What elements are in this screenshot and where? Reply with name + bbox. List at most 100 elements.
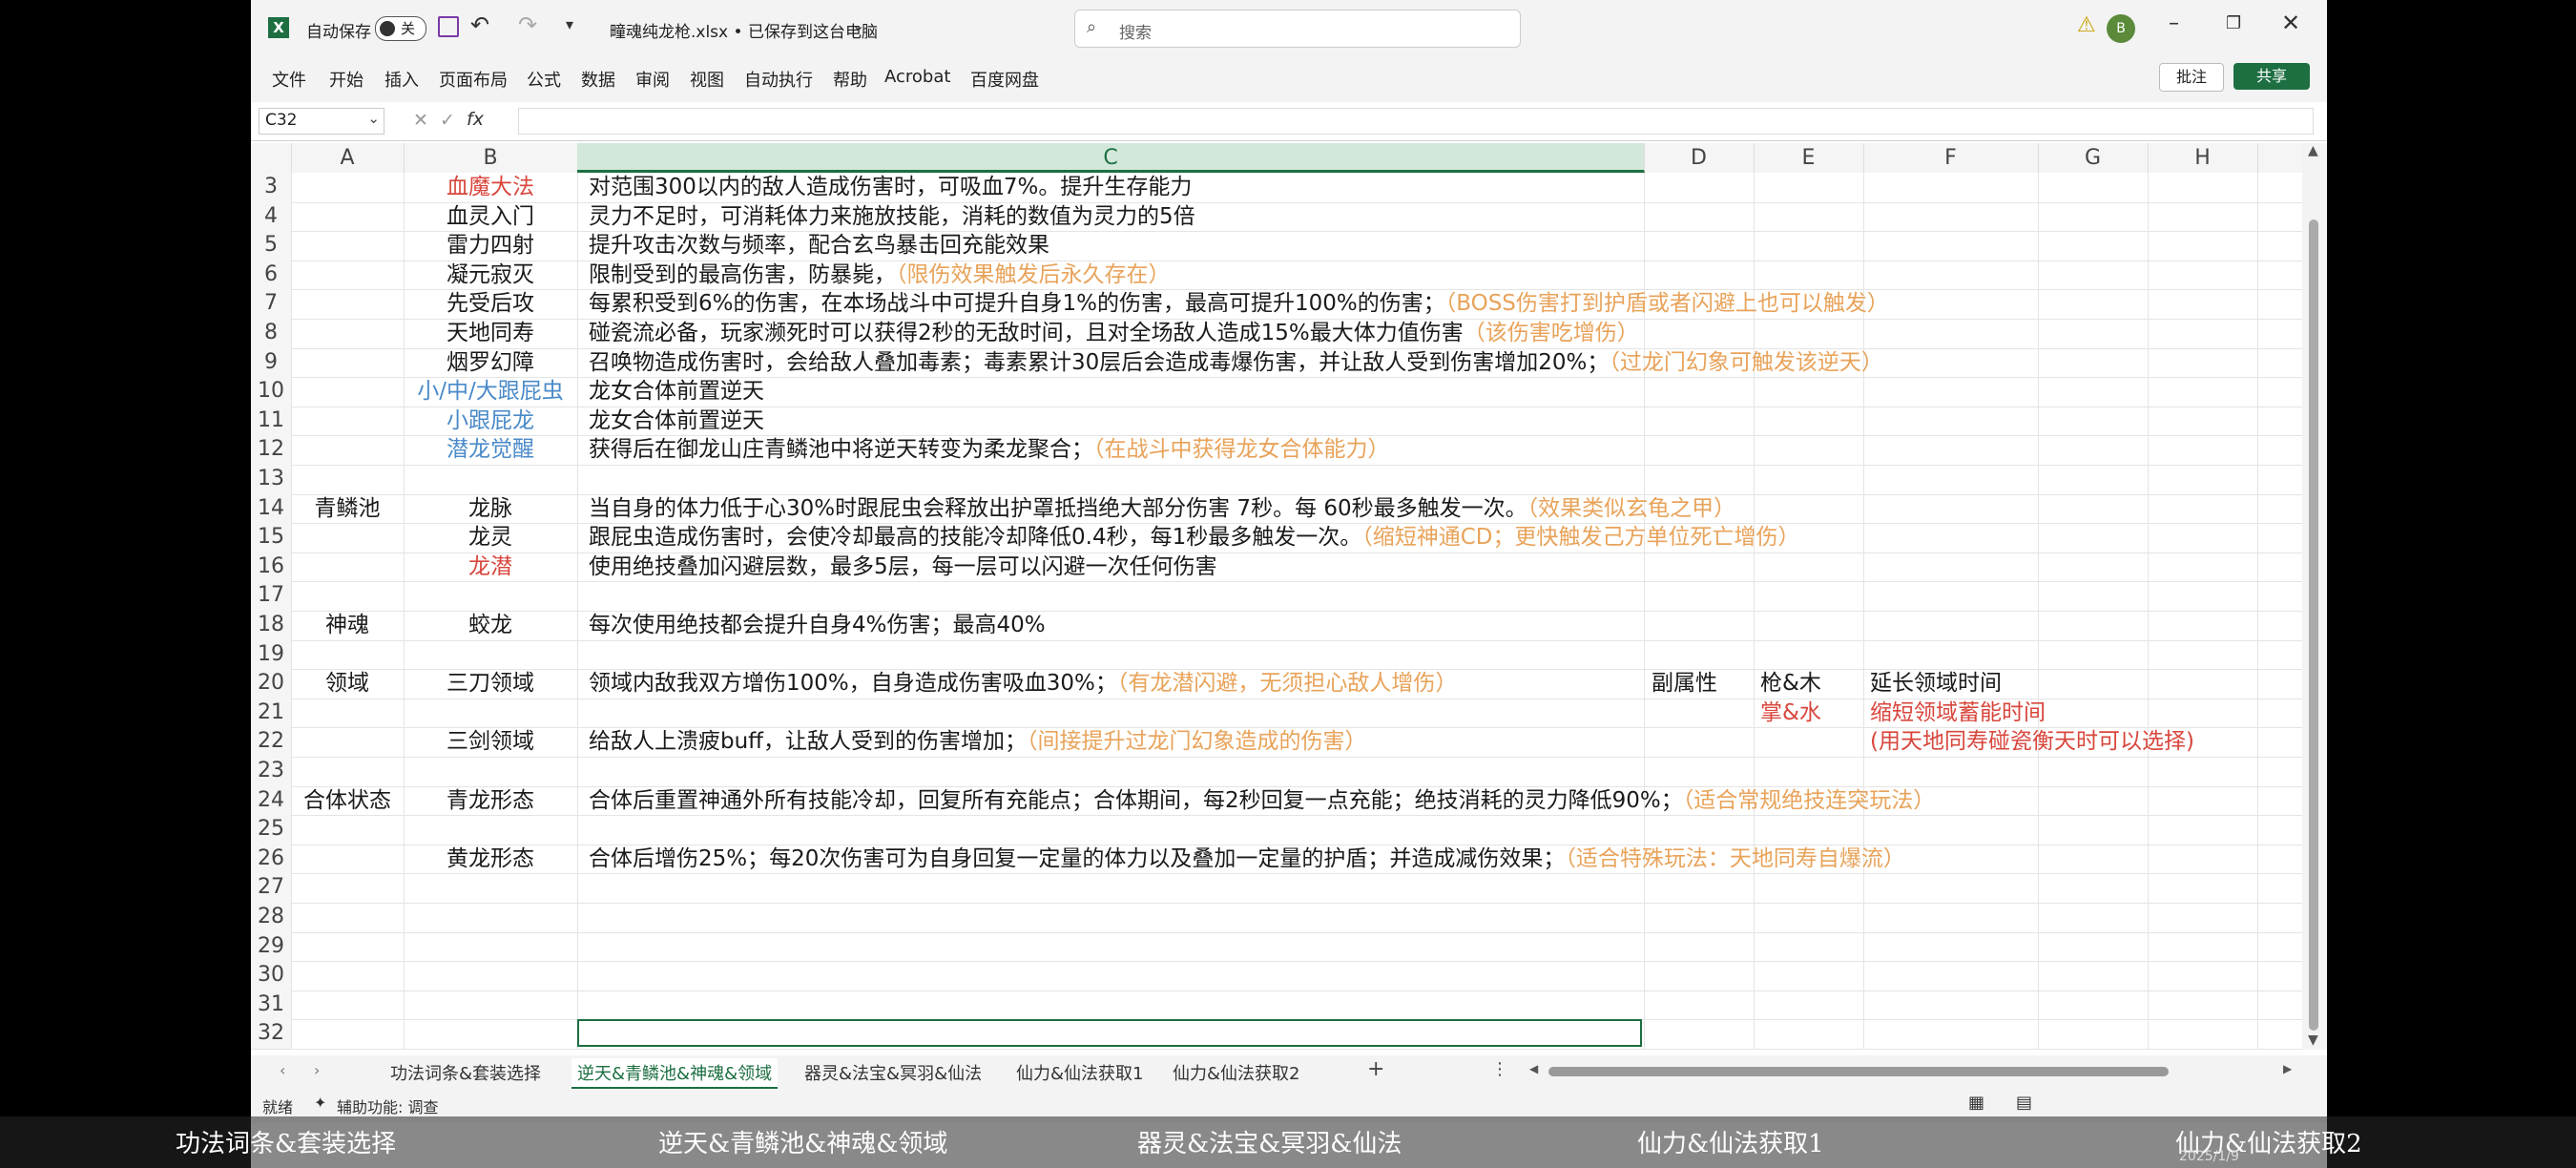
enter-icon[interactable]: ✓ [440,110,455,131]
cell-f-21[interactable]: 缩短领域蓄能时间 [1870,699,2046,727]
name-box[interactable]: C32 ⌄ [259,108,384,135]
menu-home[interactable]: 开始 [329,67,364,92]
menu-view[interactable]: 视图 [690,67,724,92]
cell-f-22[interactable]: (用天地同寿碰瓷衡天时可以选择) [1870,727,2194,756]
cell-c-8[interactable]: 碰瓷流必备，玩家濒死时可以获得2秒的无敌时间，且对全场敌人造成15%最大体力值伤… [589,319,1639,347]
col-header-c[interactable]: C [577,143,1645,173]
row-header[interactable]: 20 [251,669,291,699]
row-header[interactable]: 8 [251,319,291,349]
cell-c-20[interactable]: 领域内敌我双方增伤100%，自身造成伤害吸血30%；（有龙潜闪避，无须担心敌人增… [589,669,1457,698]
row-header[interactable]: 25 [251,815,291,845]
row-header[interactable]: 4 [251,201,291,233]
row-header[interactable]: 14 [251,493,291,525]
row-header[interactable]: 30 [251,961,291,991]
row-header[interactable]: 13 [251,465,291,495]
row-header[interactable]: 12 [251,435,291,466]
sheet-tab-2[interactable]: 逆天&青鳞池&神魂&领域 [571,1058,779,1090]
file-title[interactable]: 疃魂纯龙枪.xlsx • 已保存到这台电脑 [610,18,878,42]
sheet-tab-3[interactable]: 器灵&法宝&冥羽&仙法 [799,1058,987,1087]
cell-c-9[interactable]: 召唤物造成伤害时，会给敌人叠加毒素；毒素累计30层后会造成毒爆伤害，并让敌人受到… [589,348,1883,377]
formula-input[interactable] [518,108,2314,135]
col-header-e[interactable]: E [1754,143,1864,173]
add-sheet-icon[interactable]: + [1367,1057,1384,1081]
cell-b-11[interactable]: 小跟屁龙 [404,407,577,435]
horizontal-scrollbar[interactable]: ◀ ▶ [1529,1062,2302,1078]
accessibility-status[interactable]: 辅助功能: 调查 [337,1095,438,1117]
qat-dropdown-icon[interactable]: ▾ [566,15,573,33]
cell-b-18[interactable]: 蛟龙 [404,611,577,639]
cell-c-7[interactable]: 每累积受到6%的伤害，在本场战斗中可提升自身1%的伤害，最高可提升100%的伤害… [589,289,1889,318]
row-header[interactable]: 31 [251,990,291,1021]
col-header-b[interactable]: B [404,143,578,173]
cell-e-20[interactable]: 枪&木 [1760,669,1821,698]
row-header[interactable]: 24 [251,785,291,817]
hscroll-right-icon[interactable]: ▶ [2283,1062,2292,1075]
warning-icon[interactable]: ⚠ [2077,13,2096,37]
cell-a-14[interactable]: 青鳞池 [291,494,404,523]
cell-c-3[interactable]: 对范围300以内的敌人造成伤害时，可吸血7%。提升生存能力 [589,173,1192,201]
share-button[interactable]: 共享 [2233,63,2310,90]
autosave-toggle[interactable]: 关 [375,16,426,41]
menu-file[interactable]: 文件 [272,67,306,92]
col-header-g[interactable]: G [2038,143,2149,173]
hscroll-thumb[interactable] [1548,1067,2169,1076]
cell-b-20[interactable]: 三刀领域 [404,669,577,698]
page-layout-icon[interactable]: ▤ [2016,1093,2032,1113]
menu-automate[interactable]: 自动执行 [744,67,813,92]
cell-b-6[interactable]: 凝元寂灭 [404,261,577,289]
row-header[interactable]: 10 [251,377,291,407]
taskbar-label-4[interactable]: 仙力&仙法获取1 [1637,1124,1824,1159]
row-header[interactable]: 3 [251,173,291,203]
menu-data[interactable]: 数据 [581,67,615,92]
sheet-tab-4[interactable]: 仙力&仙法获取1 [1010,1058,1150,1087]
cell-b-16[interactable]: 龙潜 [404,553,577,581]
selected-cell-c32[interactable] [577,1019,1642,1048]
undo-icon[interactable]: ↶ [470,11,489,38]
redo-icon[interactable]: ↷ [518,11,537,38]
taskbar-label-3[interactable]: 器灵&法宝&冥羽&仙法 [1137,1124,1402,1159]
cancel-icon[interactable]: ✕ [413,110,428,131]
cell-c-5[interactable]: 提升攻击次数与频率，配合玄鸟暴击回充能效果 [589,231,1049,260]
cell-b-22[interactable]: 三剑领域 [404,727,577,756]
cell-b-10[interactable]: 小/中/大跟屁虫 [404,377,577,406]
sheet-tab-5[interactable]: 仙力&仙法获取2 [1167,1058,1306,1087]
cell-b-4[interactable]: 血灵入门 [404,202,577,231]
row-header[interactable]: 26 [251,844,291,875]
cell-c-12[interactable]: 获得后在御龙山庄青鳞池中将逆天转变为柔龙聚合；（在战斗中获得龙女合体能力） [589,435,1390,464]
select-all-corner[interactable] [251,143,292,173]
cell-b-8[interactable]: 天地同寿 [404,319,577,347]
menu-insert[interactable]: 插入 [384,67,419,92]
cell-c-15[interactable]: 跟屁虫造成伤害时，会使冷却最高的技能冷却降低0.4秒，每1秒最多触发一次。（缩短… [589,523,1800,552]
cell-c-22[interactable]: 给敌人上溃疲buff，让敌人受到的伤害增加；（间接提升过龙门幻象造成的伤害） [589,727,1367,756]
tab-scroll-left-icon[interactable]: ‹ [280,1061,285,1079]
taskbar-label-2[interactable]: 逆天&青鳞池&神魂&领域 [658,1124,947,1159]
search-box[interactable]: ⌕ 搜索 [1074,10,1521,48]
sheet-tab-1[interactable]: 功法词条&套装选择 [384,1058,547,1087]
row-header[interactable]: 21 [251,698,291,729]
cell-d-20[interactable]: 副属性 [1652,669,1717,698]
menu-baidu[interactable]: 百度网盘 [970,67,1039,92]
row-header[interactable]: 17 [251,581,291,612]
menu-page-layout[interactable]: 页面布局 [439,67,508,92]
cell-c-6[interactable]: 限制受到的最高伤害，防暴毙，（限伤效果触发后永久存在） [589,261,1171,289]
cell-b-3[interactable]: 血魔大法 [404,173,577,201]
minimize-icon[interactable]: – [2169,11,2179,35]
row-header[interactable]: 19 [251,639,291,671]
cell-c-11[interactable]: 龙女合体前置逆天 [589,407,764,435]
row-header[interactable]: 22 [251,727,291,758]
row-header[interactable]: 29 [251,931,291,963]
menu-help[interactable]: 帮助 [833,67,867,92]
tab-more-icon[interactable]: ⋮ [1491,1059,1508,1079]
avatar[interactable]: B [2107,14,2135,43]
row-header[interactable]: 7 [251,289,291,320]
row-header[interactable]: 18 [251,611,291,641]
cell-c-18[interactable]: 每次使用绝技都会提升自身4%伤害；最高40% [589,611,1046,639]
row-header[interactable]: 15 [251,523,291,553]
taskbar-label-1[interactable]: 功法词条&套装选择 [176,1124,396,1159]
cell-b-26[interactable]: 黄龙形态 [404,845,577,873]
row-header[interactable]: 32 [251,1019,291,1050]
cell-b-24[interactable]: 青龙形态 [404,786,577,815]
vertical-scrollbar[interactable]: ▲ ▼ [2302,143,2327,1050]
scroll-down-icon[interactable]: ▼ [2308,1032,2318,1048]
cell-e-21[interactable]: 掌&水 [1760,699,1821,727]
